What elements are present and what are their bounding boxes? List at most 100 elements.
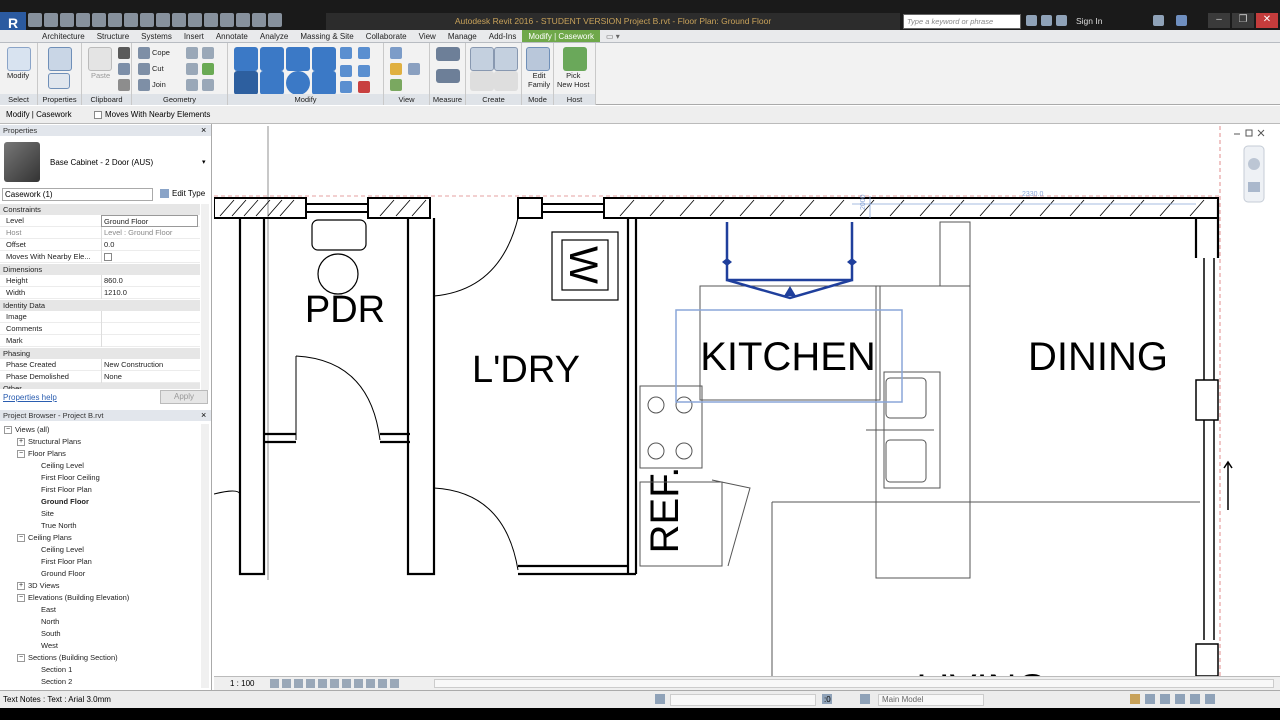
expand-toggle-icon[interactable]: − <box>17 654 25 663</box>
properties-scrollbar[interactable] <box>201 204 209 390</box>
close-icon[interactable]: × <box>201 125 206 135</box>
tab-modify-casework[interactable]: Modify | Casework <box>522 30 600 42</box>
room-label-kitchen[interactable]: KITCHEN <box>700 335 876 379</box>
help-icon[interactable] <box>1176 15 1187 26</box>
restore-icon[interactable]: ❐ <box>1232 13 1254 28</box>
move-icon[interactable] <box>234 71 258 95</box>
tab-annotate[interactable]: Annotate <box>210 30 254 42</box>
close-hidden-icon[interactable] <box>236 13 250 27</box>
select-links-icon[interactable] <box>1130 694 1140 704</box>
match-type-icon[interactable] <box>118 79 130 91</box>
tab-insert[interactable]: Insert <box>178 30 210 42</box>
group-dimensions[interactable]: Dimensions <box>0 264 200 275</box>
star-icon[interactable] <box>1056 15 1067 26</box>
edit-family-label[interactable]: Edit Family <box>528 71 550 89</box>
browser-item[interactable]: South <box>30 628 61 640</box>
create-assembly-icon[interactable] <box>470 47 494 71</box>
binoculars-icon[interactable] <box>1026 15 1037 26</box>
floor-plan[interactable]: W PDR L'DRY KITCHEN DINING LIVING REF. 2… <box>214 124 1280 690</box>
section-icon[interactable] <box>204 13 218 27</box>
browser-item[interactable]: Ground Floor <box>30 568 85 580</box>
workset-selector[interactable] <box>670 694 816 706</box>
default-3d-icon[interactable] <box>188 13 202 27</box>
mirror-draw-icon[interactable] <box>312 47 336 71</box>
crop-view-icon[interactable] <box>318 679 327 688</box>
sync-icon[interactable] <box>60 13 74 27</box>
properties-help-link[interactable]: Properties help <box>3 393 57 402</box>
cope-label[interactable]: Cope <box>152 48 170 57</box>
open-icon[interactable] <box>28 13 42 27</box>
browser-item[interactable]: West <box>30 640 58 652</box>
join-icon[interactable] <box>138 79 150 91</box>
browser-item[interactable]: − Views (all) <box>4 424 49 436</box>
paint-icon[interactable] <box>202 47 214 59</box>
navigation-bar[interactable] <box>1243 145 1265 203</box>
moves-checkbox[interactable] <box>101 251 198 263</box>
create-similar-icon[interactable] <box>494 71 518 91</box>
selected-cabinet[interactable] <box>725 222 854 300</box>
browser-item[interactable]: + Structural Plans <box>17 436 81 448</box>
pick-new-host-icon[interactable] <box>563 47 587 71</box>
design-options-icon[interactable] <box>860 694 870 704</box>
split-face-icon[interactable] <box>186 47 198 59</box>
trim-icon[interactable] <box>358 47 370 59</box>
modify-cursor-icon[interactable] <box>7 47 31 71</box>
cut-icon[interactable] <box>138 63 150 75</box>
selection-box-icon[interactable] <box>390 79 402 91</box>
apply-button[interactable]: Apply <box>160 390 208 404</box>
drag-elements-icon[interactable] <box>1190 694 1200 704</box>
shadows-icon[interactable] <box>306 679 315 688</box>
hide-in-view-icon[interactable] <box>390 63 402 75</box>
thin-lines-icon[interactable] <box>220 13 234 27</box>
trim-extend-icon[interactable] <box>312 71 336 95</box>
cut-label[interactable]: Cut <box>152 64 164 73</box>
switch-windows-icon[interactable] <box>252 13 266 27</box>
browser-item[interactable]: First Floor Plan <box>30 484 92 496</box>
offset-value[interactable]: 0.0 <box>101 239 198 251</box>
wall-joins-icon[interactable] <box>186 63 198 75</box>
room-label-pdr[interactable]: PDR <box>305 289 385 331</box>
remove-paint-icon[interactable] <box>202 79 214 91</box>
tab-manage[interactable]: Manage <box>442 30 483 42</box>
paste-icon[interactable] <box>88 47 112 71</box>
cope-icon[interactable] <box>138 47 150 59</box>
redo-icon[interactable] <box>92 13 106 27</box>
paste-label[interactable]: Paste <box>91 71 110 80</box>
delete-icon[interactable] <box>358 81 370 93</box>
dimension-1[interactable]: 2000 <box>860 194 867 210</box>
tab-add-ins[interactable]: Add-Ins <box>483 30 523 42</box>
select-dropdown[interactable]: Select <box>0 94 37 105</box>
override-graphics-icon[interactable] <box>390 47 402 59</box>
visual-style-icon[interactable] <box>282 679 291 688</box>
room-label-ref[interactable]: REF. <box>643 467 687 554</box>
aligned-dimension-icon[interactable] <box>436 69 460 83</box>
offset-icon[interactable] <box>260 47 284 71</box>
moves-with-checkbox[interactable] <box>94 111 102 119</box>
show-crop-icon[interactable] <box>330 679 339 688</box>
split-icon[interactable] <box>340 47 352 59</box>
browser-item[interactable]: North <box>30 616 59 628</box>
pin-icon[interactable] <box>340 81 352 93</box>
browser-item[interactable]: +3D Views <box>17 580 60 592</box>
minimize-icon[interactable]: – <box>1208 13 1230 28</box>
close-icon[interactable]: × <box>201 410 206 420</box>
close-icon[interactable]: ✕ <box>1256 13 1278 28</box>
browser-item[interactable]: Section 2 <box>30 676 72 688</box>
detail-level-icon[interactable] <box>270 679 279 688</box>
create-group-icon[interactable] <box>470 71 494 91</box>
tab-structure[interactable]: Structure <box>91 30 135 42</box>
design-option-selector[interactable]: Main Model <box>878 694 984 706</box>
browser-item[interactable]: − Sections (Building Section) <box>17 652 118 664</box>
dimension-icon[interactable] <box>140 13 154 27</box>
subscription-icon[interactable] <box>1041 15 1052 26</box>
select-pinned-icon[interactable] <box>1160 694 1170 704</box>
tag-icon[interactable] <box>156 13 170 27</box>
expand-toggle-icon[interactable]: − <box>4 426 12 435</box>
browser-item[interactable]: True North <box>30 520 77 532</box>
type-selector[interactable]: Base Cabinet - 2 Door (AUS) <box>50 158 153 167</box>
group-constraints[interactable]: Constraints <box>0 204 200 215</box>
chevron-down-icon[interactable]: ▾ <box>202 158 206 166</box>
browser-item[interactable]: Ceiling Level <box>30 460 84 472</box>
save-icon[interactable] <box>44 13 58 27</box>
height-value[interactable]: 860.0 <box>101 275 198 287</box>
